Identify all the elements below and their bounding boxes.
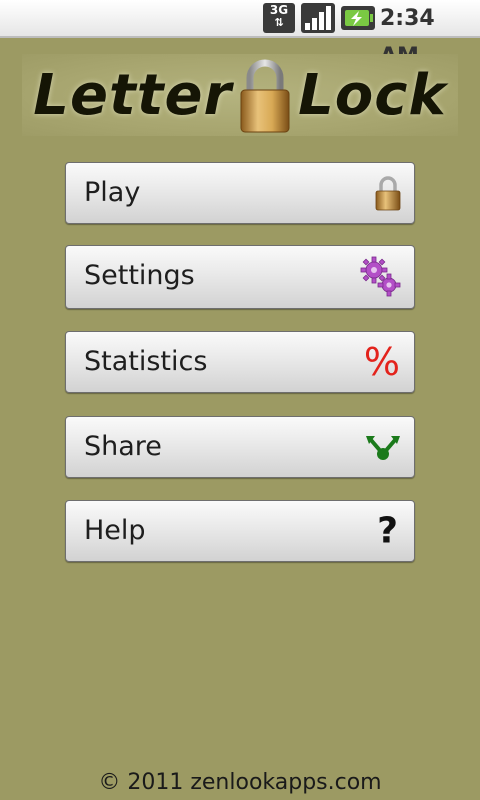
signal-bars-icon <box>301 3 335 33</box>
share-icon <box>366 436 400 460</box>
app-logo: Letter Lock <box>22 54 458 136</box>
help-button[interactable]: Help ? <box>65 500 415 562</box>
copyright-footer: © 2011 zenlookapps.com <box>98 770 382 795</box>
question-icon: ? <box>377 510 398 552</box>
padlock-icon <box>375 176 401 211</box>
help-label: Help <box>84 515 146 546</box>
statistics-label: Statistics <box>84 346 208 377</box>
statistics-button[interactable]: Statistics % <box>65 331 415 393</box>
data-activity-arrows: ⇅ <box>274 16 284 29</box>
logo-word-lock: Lock <box>298 62 447 128</box>
percent-icon: % <box>363 340 400 384</box>
play-button[interactable]: Play <box>65 162 415 224</box>
logo-word-letter: Letter <box>33 62 233 128</box>
network-type: 3G <box>269 3 289 17</box>
battery-charging-icon <box>341 6 375 30</box>
play-label: Play <box>84 177 141 208</box>
gears-icon <box>360 256 401 297</box>
share-label: Share <box>84 431 162 462</box>
share-button[interactable]: Share <box>65 416 415 478</box>
network-3g-icon: 3G ⇅ <box>263 3 295 33</box>
clock: 2:34 AM <box>380 6 435 69</box>
settings-button[interactable]: Settings <box>65 245 415 309</box>
settings-label: Settings <box>84 260 195 291</box>
padlock-icon <box>240 59 290 133</box>
status-bar: 3G ⇅ 2:34 AM <box>0 0 480 69</box>
